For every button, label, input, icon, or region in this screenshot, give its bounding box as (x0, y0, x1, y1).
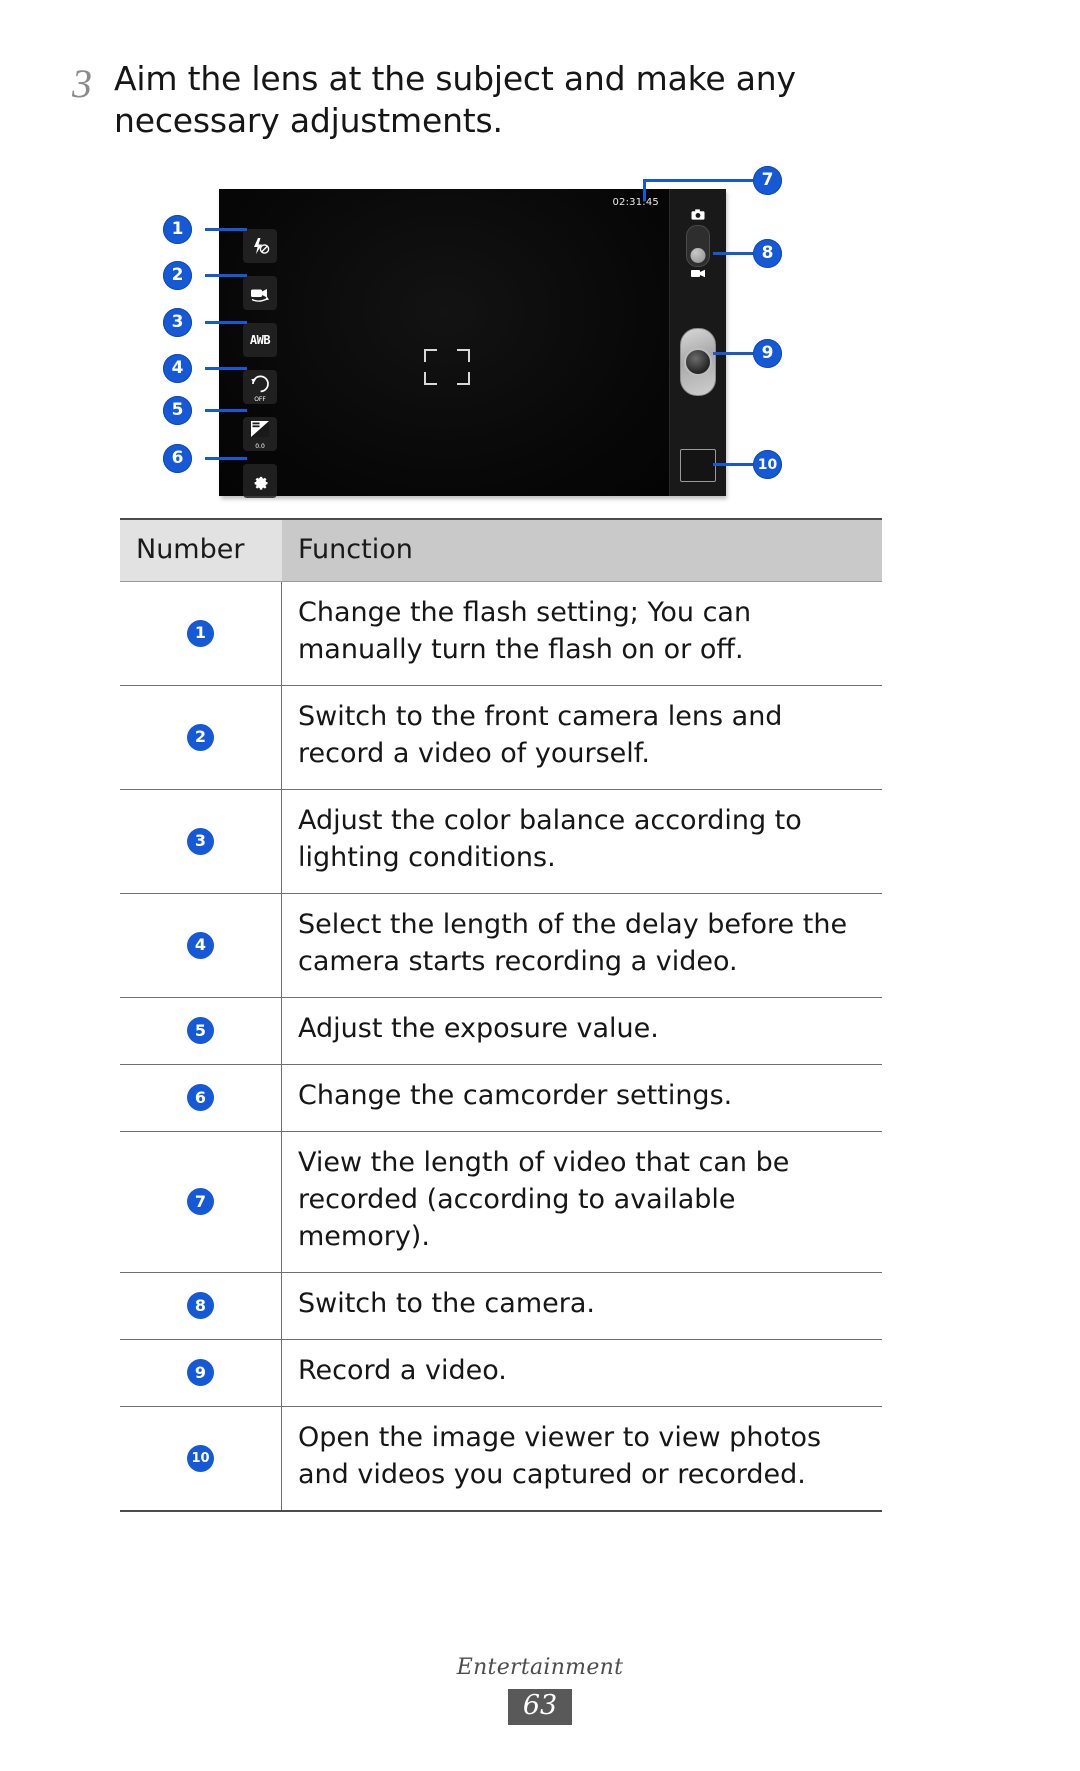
camcorder-icon (691, 269, 705, 281)
table-cell-number: 3 (120, 789, 282, 893)
table-cell-number: 6 (120, 1064, 282, 1131)
table-header-function: Function (282, 520, 882, 581)
callout-badge-4: 4 (163, 354, 192, 383)
table-row: 9 Record a video. (120, 1339, 882, 1407)
callout-leader-9 (713, 352, 753, 355)
camera-camcorder-mode-switch[interactable] (686, 225, 710, 267)
table-cell-function: Change the camcorder settings. (298, 1079, 733, 1111)
table-cell-number: 7 (120, 1131, 282, 1272)
row-number-badge: 8 (187, 1292, 214, 1320)
row-number-badge: 1 (187, 619, 214, 647)
footer-section-label: Entertainment (456, 1655, 624, 1680)
callout-leader-4 (205, 367, 247, 370)
row-number-badge: 4 (187, 931, 214, 959)
exposure-value-icon[interactable]: 0.0 (243, 417, 277, 451)
row-number-badge: 10 (187, 1444, 214, 1472)
callout-badge-6: 6 (163, 444, 192, 473)
table-row: 3 Adjust the color balance according to … (120, 789, 882, 894)
table-cell-function: Change the flash setting; You can manual… (298, 597, 752, 665)
callout-badge-10: 10 (753, 450, 782, 479)
camera-icon (691, 209, 705, 223)
table-row: 5 Adjust the exposure value. (120, 997, 882, 1065)
table-cell-number: 4 (120, 893, 282, 997)
row-number-badge: 6 (187, 1084, 214, 1112)
row-number-badge: 7 (187, 1188, 214, 1216)
table-row: 8 Switch to the camera. (120, 1272, 882, 1340)
callout-leader-8 (713, 252, 753, 255)
viewfinder-preview: 02:31:45 AWB OFF 0.0 (219, 189, 669, 498)
callout-badge-8: 8 (753, 239, 782, 268)
callout-badge-5: 5 (163, 396, 192, 425)
table-cell-function: Switch to the camera. (298, 1287, 595, 1319)
row-number-badge: 9 (187, 1359, 214, 1387)
table-row: 4 Select the length of the delay before … (120, 893, 882, 998)
callout-leader-7-vertical (643, 179, 646, 201)
table-header-number: Number (120, 520, 282, 581)
callout-leader-7-horizontal (643, 179, 753, 182)
table-cell-number: 8 (120, 1272, 282, 1339)
callout-leader-10 (713, 463, 753, 466)
white-balance-label: AWB (249, 333, 271, 347)
table-row: 2 Switch to the front camera lens and re… (120, 685, 882, 790)
callout-leader-6 (205, 457, 247, 460)
callout-leader-2 (205, 274, 247, 277)
switch-camera-lens-icon[interactable] (243, 276, 277, 310)
camcorder-screen-figure: 02:31:45 AWB OFF 0.0 1 2 3 4 5 6 7 8 9 1… (0, 160, 1080, 515)
table-cell-number: 10 (120, 1406, 282, 1510)
focus-brackets-icon (424, 349, 470, 385)
table-cell-function: Record a video. (298, 1354, 507, 1386)
step-text: Aim the lens at the subject and make any… (114, 59, 796, 141)
self-timer-state-label: OFF (254, 396, 266, 403)
image-viewer-thumbnail-button[interactable] (680, 449, 716, 482)
callout-leader-1 (205, 228, 247, 231)
callout-badge-9: 9 (753, 339, 782, 368)
record-video-button[interactable] (680, 328, 716, 396)
table-row: 10 Open the image viewer to view photos … (120, 1406, 882, 1512)
page-footer: Entertainment 63 (0, 1655, 1080, 1726)
self-timer-icon[interactable]: OFF (243, 370, 277, 404)
callout-badge-2: 2 (163, 261, 192, 290)
table-cell-function: Switch to the front camera lens and reco… (298, 700, 783, 769)
mode-switch-knob[interactable] (690, 248, 706, 263)
callout-leader-5 (205, 409, 247, 412)
camera-control-strip (669, 189, 726, 496)
table-cell-function: Open the image viewer to view photos and… (298, 1421, 822, 1490)
table-cell-function: View the length of video that can be rec… (298, 1146, 790, 1252)
callout-badge-1: 1 (163, 215, 192, 244)
page-number-badge: 63 (507, 1689, 573, 1726)
step-heading: 3 Aim the lens at the subject and make a… (72, 58, 990, 142)
callout-leader-3 (205, 321, 247, 324)
table-row: 7 View the length of video that can be r… (120, 1131, 882, 1273)
flash-off-icon[interactable] (243, 229, 277, 263)
table-row: 1 Change the flash setting; You can manu… (120, 582, 882, 686)
device-screenshot: 02:31:45 AWB OFF 0.0 (219, 189, 726, 498)
row-number-badge: 3 (187, 827, 214, 855)
table-cell-number: 1 (120, 582, 282, 685)
record-button-inner[interactable] (684, 348, 712, 376)
table-cell-number: 9 (120, 1339, 282, 1406)
table-cell-function: Select the length of the delay before th… (298, 908, 848, 977)
table-cell-number: 5 (120, 997, 282, 1064)
table-cell-number: 2 (120, 685, 282, 789)
step-number: 3 (72, 61, 92, 106)
callout-badge-7: 7 (753, 166, 782, 195)
remaining-time-label: 02:31:45 (612, 197, 659, 208)
table-header-row: Number Function (120, 518, 882, 582)
table-cell-function: Adjust the color balance according to li… (298, 804, 802, 873)
row-number-badge: 2 (187, 723, 214, 751)
table-row: 6 Change the camcorder settings. (120, 1064, 882, 1132)
function-table: Number Function 1 Change the flash setti… (120, 518, 882, 1512)
callout-badge-3: 3 (163, 308, 192, 337)
white-balance-icon[interactable]: AWB (243, 323, 277, 357)
gear-icon[interactable] (243, 464, 277, 498)
row-number-badge: 5 (187, 1017, 214, 1045)
exposure-value-label: 0.0 (255, 443, 265, 450)
table-cell-function: Adjust the exposure value. (298, 1012, 659, 1044)
